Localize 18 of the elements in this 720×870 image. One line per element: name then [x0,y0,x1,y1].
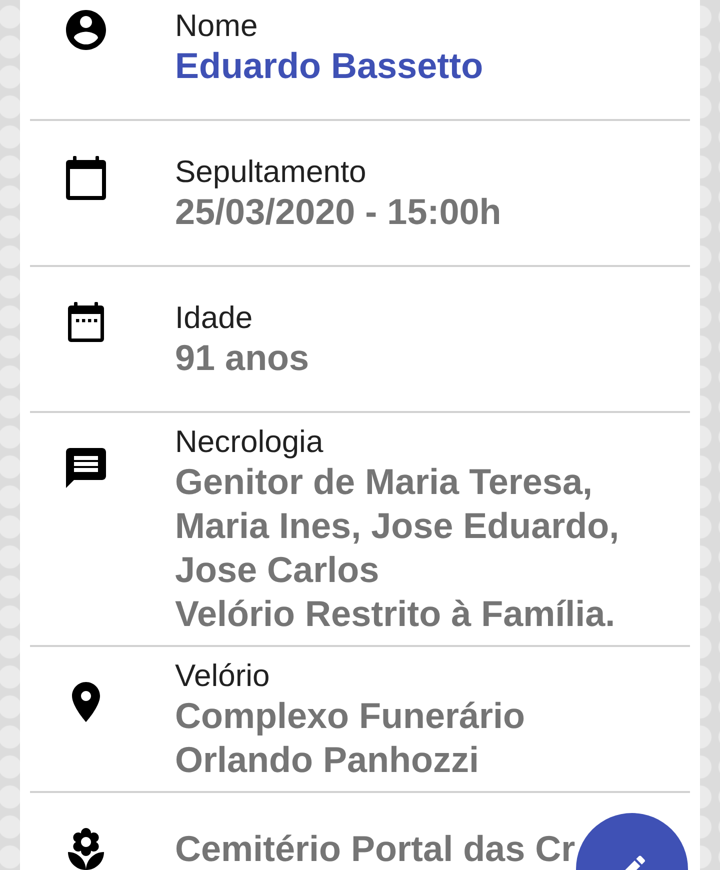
field-value: Complexo Funerário Orlando Panhozzi [175,694,526,782]
person-icon [66,10,106,50]
edit-icon [624,855,646,870]
field-label: Necrologia [175,424,324,460]
field-value: Cemitério Portal das Cr [175,827,576,870]
field-label: Velório [175,658,270,694]
field-label: Idade [175,300,253,336]
location-pin-icon [72,682,100,722]
field-value: 25/03/2020 - 15:00h [175,190,502,234]
field-value: Genitor de Maria Teresa, Maria Ines, Jose Eduardo, Jose Carlos Velório Restrito à Família. [175,460,620,636]
name-value: Eduardo Bassetto [175,44,484,88]
calendar-icon [66,156,106,200]
flower-icon [68,828,104,870]
calendar-icon [68,302,104,342]
message-icon [66,448,106,488]
field-label: Nome [175,8,258,44]
field-label: Sepultamento [175,154,366,190]
field-value: 91 anos [175,336,310,380]
